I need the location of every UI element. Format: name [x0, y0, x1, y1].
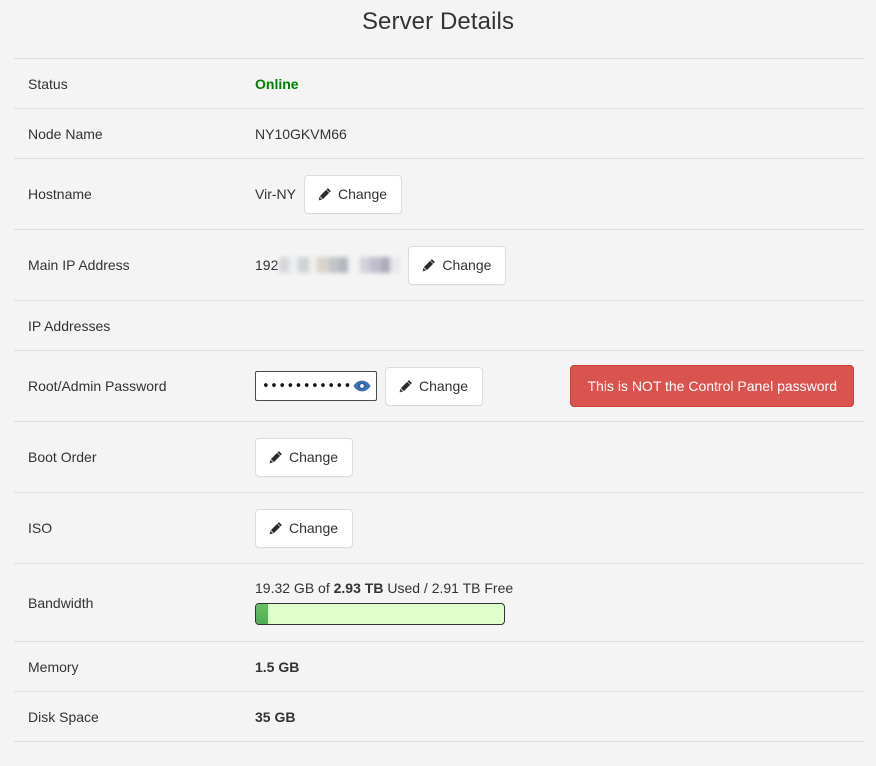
table-row-disk-space: Disk Space 35 GB — [14, 691, 865, 742]
row-label-ip-addresses: IP Addresses — [14, 300, 255, 351]
pencil-icon — [398, 379, 413, 394]
root-password-warning-cell: This is NOT the Control Panel password — [560, 350, 865, 422]
table-row-root-password: Root/Admin Password ••••••••••••••• — [14, 350, 865, 422]
server-details-table: Status Online Node Name NY10GKVM66 Hostn… — [14, 58, 865, 742]
change-iso-label: Change — [289, 520, 339, 536]
row-value-bandwidth-cell: 19.32 GB of 2.93 TB Used / 2.91 TB Free — [255, 563, 865, 642]
main-ip-value-group: 192 Change — [255, 245, 865, 285]
bandwidth-summary: 19.32 GB of 2.93 TB Used / 2.91 TB Free — [255, 580, 865, 596]
row-value-node-name-cell: NY10GKVM66 — [255, 108, 865, 159]
bandwidth-used-text: Used / — [387, 580, 428, 596]
table-row-hostname: Hostname Vir-NY Change — [14, 158, 865, 230]
change-root-password-label: Change — [419, 378, 469, 394]
row-label-node-name: Node Name — [14, 108, 255, 159]
bandwidth-total: 2.93 TB — [333, 580, 384, 596]
row-value-hostname-cell: Vir-NY Change — [255, 158, 865, 230]
table-row-node-name: Node Name NY10GKVM66 — [14, 108, 865, 159]
main-ip-redaction — [279, 257, 401, 273]
row-value-memory-cell: 1.5 GB — [255, 641, 865, 692]
table-row-status: Status Online — [14, 58, 865, 109]
row-value-iso-cell: Change — [255, 492, 865, 564]
bandwidth-of-text: of — [318, 580, 330, 596]
row-label-memory: Memory — [14, 641, 255, 692]
change-main-ip-label: Change — [442, 257, 492, 273]
row-label-bandwidth: Bandwidth — [14, 563, 255, 642]
table-row-bandwidth: Bandwidth 19.32 GB of 2.93 TB Used / 2.9… — [14, 563, 865, 642]
status-badge: Online — [255, 75, 299, 92]
table-row-iso: ISO Change — [14, 492, 865, 564]
row-value-ip-addresses-cell — [255, 300, 865, 351]
change-iso-button[interactable]: Change — [255, 508, 354, 548]
node-name-value: NY10GKVM66 — [255, 125, 347, 142]
row-value-status-cell: Online — [255, 58, 865, 109]
table-row-main-ip: Main IP Address 192 Change — [14, 229, 865, 301]
row-value-boot-order-cell: Change — [255, 421, 865, 493]
control-panel-password-warning-button[interactable]: This is NOT the Control Panel password — [570, 365, 854, 407]
row-label-hostname: Hostname — [14, 158, 255, 230]
main-ip-prefix: 192 — [255, 257, 279, 273]
pencil-icon — [268, 450, 283, 465]
change-boot-order-button[interactable]: Change — [255, 437, 354, 477]
pencil-icon — [421, 258, 436, 273]
change-main-ip-button[interactable]: Change — [408, 245, 507, 285]
pencil-icon — [317, 187, 332, 202]
bandwidth-progress-bar — [255, 603, 505, 625]
bandwidth-used: 19.32 GB — [255, 580, 315, 596]
row-label-iso: ISO — [14, 492, 255, 564]
change-hostname-label: Change — [337, 186, 388, 202]
change-root-password-button[interactable]: Change — [385, 366, 484, 406]
bandwidth-progress-fill — [256, 604, 269, 624]
row-label-status: Status — [14, 58, 255, 109]
row-label-disk-space: Disk Space — [14, 691, 255, 742]
eye-icon[interactable] — [353, 379, 371, 393]
hostname-value-group: Vir-NY Change — [255, 174, 865, 214]
main-ip-value: 192 — [255, 257, 401, 273]
server-details-page: Server Details Status Online Node Name N… — [0, 0, 876, 766]
table-row-memory: Memory 1.5 GB — [14, 641, 865, 692]
memory-value: 1.5 GB — [255, 658, 300, 675]
change-boot-order-label: Change — [289, 449, 339, 465]
root-password-value-group: ••••••••••••••• — [255, 366, 560, 406]
row-label-main-ip: Main IP Address — [14, 229, 255, 301]
page-title: Server Details — [361, 8, 515, 35]
change-hostname-button[interactable]: Change — [303, 174, 403, 214]
row-value-root-password-cell: ••••••••••••••• — [255, 350, 560, 422]
hostname-value: Vir-NY — [255, 186, 296, 202]
pencil-icon — [268, 521, 283, 536]
password-masked-value: ••••••••••••••• — [262, 379, 351, 393]
row-label-root-password: Root/Admin Password — [14, 350, 255, 422]
row-value-main-ip-cell: 192 Change — [255, 229, 865, 301]
row-label-boot-order: Boot Order — [14, 421, 255, 493]
disk-space-value: 35 GB — [255, 708, 296, 725]
table-row-ip-addresses: IP Addresses — [14, 300, 865, 351]
bandwidth-free: 2.91 TB Free — [431, 580, 514, 596]
password-field[interactable]: ••••••••••••••• — [255, 371, 377, 401]
row-value-disk-space-cell: 35 GB — [255, 691, 865, 742]
table-row-boot-order: Boot Order Change — [14, 421, 865, 493]
